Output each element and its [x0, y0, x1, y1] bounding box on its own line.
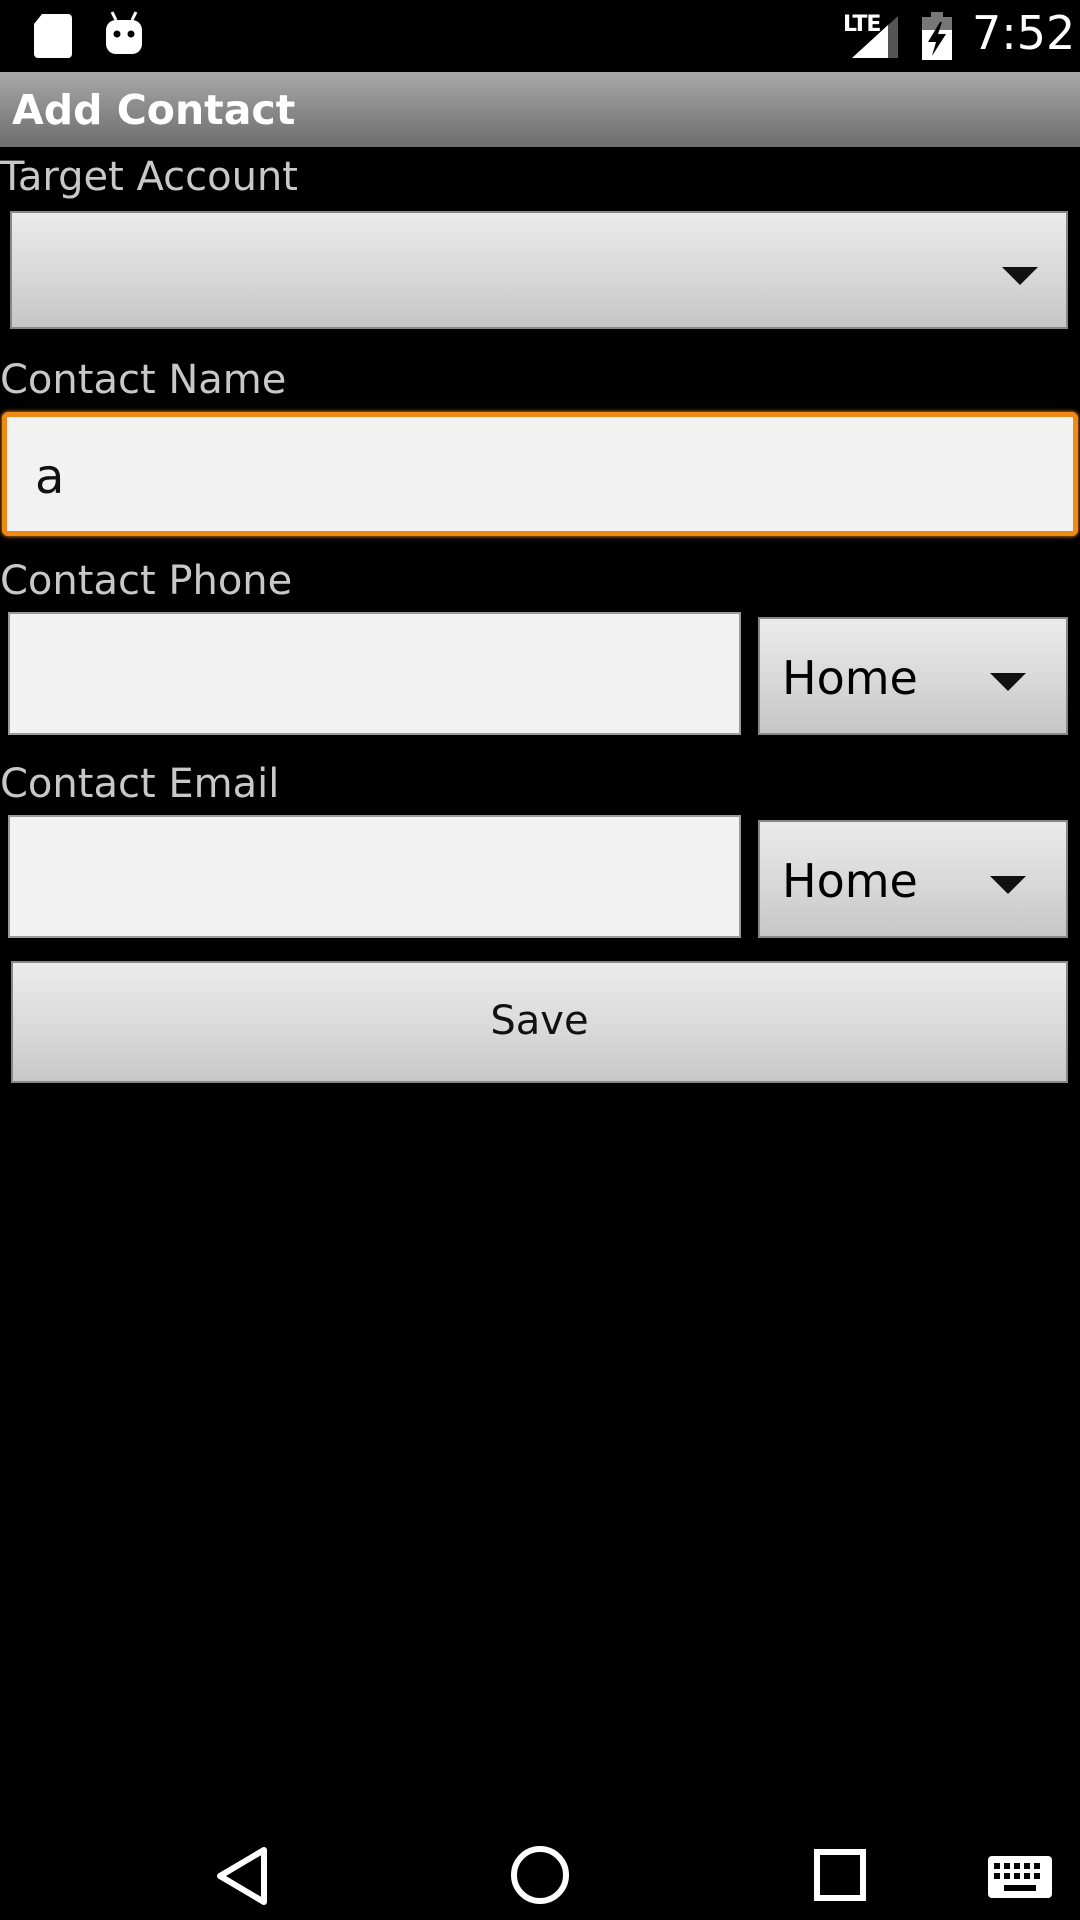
keyboard-icon[interactable]: [988, 1856, 1052, 1898]
phone-type-selected: Home: [782, 651, 918, 705]
contact-name-label: Contact Name: [0, 357, 287, 403]
email-type-selected: Home: [782, 854, 918, 908]
contact-email-label: Contact Email: [0, 761, 280, 807]
email-type-spinner[interactable]: Home: [758, 820, 1068, 938]
action-bar: Add Contact: [0, 72, 1080, 147]
home-icon[interactable]: [509, 1844, 571, 1906]
back-icon[interactable]: [214, 1846, 268, 1906]
contact-phone-field[interactable]: [8, 612, 741, 735]
battery-charging-icon: [922, 12, 952, 60]
target-account-label: Target Account: [0, 154, 298, 200]
chevron-down-icon: [990, 673, 1026, 691]
page-title: Add Contact: [12, 86, 296, 134]
chevron-down-icon: [1002, 267, 1038, 285]
contact-name-value: a: [35, 449, 65, 505]
recents-icon[interactable]: [813, 1848, 867, 1902]
android-debug-icon: [106, 11, 142, 54]
clock-time: 7:52: [972, 6, 1076, 60]
contact-phone-label: Contact Phone: [0, 558, 293, 604]
status-bar: LTE 7:52: [0, 0, 1080, 72]
target-account-spinner[interactable]: [10, 211, 1068, 329]
screen: LTE 7:52 Add Contact Target Account Cont…: [0, 0, 1080, 1920]
save-button[interactable]: Save: [11, 961, 1068, 1083]
signal-icon: [852, 16, 898, 58]
navigation-bar: [0, 1776, 1080, 1920]
phone-type-spinner[interactable]: Home: [758, 617, 1068, 735]
save-button-label: Save: [490, 998, 589, 1044]
contact-email-field[interactable]: [8, 815, 741, 938]
sd-card-icon: [34, 14, 72, 58]
chevron-down-icon: [990, 876, 1026, 894]
contact-name-field[interactable]: a: [2, 412, 1078, 536]
